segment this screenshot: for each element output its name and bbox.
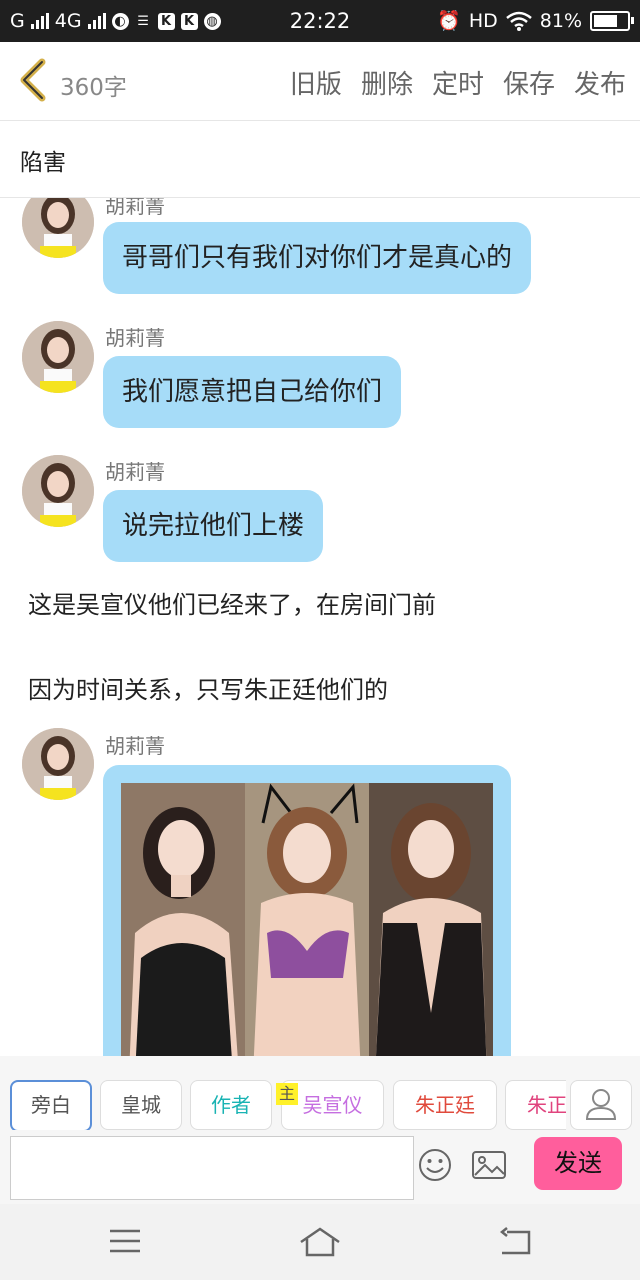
emoji-icon[interactable] — [418, 1148, 452, 1182]
battery-percent: 81% — [539, 9, 582, 32]
sender-name: 胡莉菁 — [105, 460, 165, 484]
home-icon[interactable] — [298, 1226, 342, 1258]
wifi-icon — [505, 11, 532, 31]
person-icon — [585, 1089, 617, 1120]
story-title-bar[interactable]: 陷害 — [0, 121, 640, 198]
compose-toolbar: 旁白 皇城 作者 吴宣仪 朱正廷 朱正廷 主 发送 — [0, 1056, 640, 1204]
chip-label: 朱正廷 — [527, 1093, 566, 1117]
status-bar: G 4G ◐ ☰ K K ◍ 22:22 ⏰ HD 81% — [0, 0, 640, 42]
chat-content[interactable]: 胡莉菁 哥哥们只有我们对你们才是真心的 胡莉菁 我们愿意把自己给你们 胡莉菁 说… — [0, 198, 640, 1056]
message-bubble[interactable]: 说完拉他们上楼 — [103, 490, 324, 562]
image-icon[interactable] — [471, 1150, 507, 1180]
sender-name: 胡莉菁 — [105, 326, 165, 350]
menu-icon[interactable] — [108, 1226, 142, 1256]
save-button[interactable]: 保存 — [503, 64, 555, 101]
chevron-left-icon[interactable] — [14, 56, 54, 104]
system-nav-bar — [0, 1204, 640, 1280]
sender-name: 胡莉菁 — [105, 734, 165, 758]
sender-name: 胡莉菁 — [105, 198, 165, 218]
protagonist-badge: 主 — [276, 1083, 298, 1105]
back-icon[interactable] — [498, 1226, 532, 1256]
alarm-icon: ⏰ — [437, 10, 461, 32]
battery-icon — [590, 10, 634, 31]
narration-text[interactable]: 这是吴宣仪他们已经来了，在房间门前 — [28, 585, 436, 620]
narration-text[interactable]: 因为时间关系，只写朱正廷他们的 — [28, 670, 388, 705]
add-character-button[interactable] — [570, 1080, 632, 1130]
story-title: 陷害 — [20, 150, 66, 176]
chip-label: 皇城 — [121, 1093, 161, 1117]
photo-image[interactable] — [121, 783, 493, 1056]
chip-label: 作者 — [211, 1093, 251, 1117]
publish-button[interactable]: 发布 — [574, 64, 626, 101]
delete-button[interactable]: 删除 — [361, 64, 413, 101]
schedule-button[interactable]: 定时 — [432, 64, 484, 101]
chip-label: 旁白 — [31, 1093, 71, 1117]
message-bubble[interactable]: 哥哥们只有我们对你们才是真心的 — [103, 222, 532, 294]
message-bubble[interactable]: 我们愿意把自己给你们 — [103, 356, 402, 428]
character-chip[interactable]: 朱正廷 — [393, 1080, 497, 1130]
avatar[interactable] — [22, 455, 94, 527]
image-message-bubble[interactable] — [103, 765, 511, 1056]
character-chip[interactable]: 朱正廷 — [505, 1080, 566, 1130]
character-chip[interactable]: 作者 — [190, 1080, 272, 1130]
message-input[interactable] — [10, 1136, 414, 1200]
hd-label: HD — [468, 9, 498, 32]
avatar[interactable] — [22, 321, 94, 393]
chip-label: 吴宣仪 — [302, 1093, 363, 1117]
send-button[interactable]: 发送 — [534, 1137, 622, 1190]
character-chip[interactable]: 皇城 — [100, 1080, 182, 1130]
character-chip-narrator[interactable]: 旁白 — [10, 1080, 92, 1130]
avatar[interactable] — [22, 728, 94, 800]
word-count: 360字 — [60, 75, 127, 101]
chip-label: 朱正廷 — [415, 1093, 475, 1117]
old-version-button[interactable]: 旧版 — [290, 64, 342, 101]
avatar[interactable] — [22, 198, 94, 258]
editor-header: 360字 旧版 删除 定时 保存 发布 — [0, 42, 640, 121]
